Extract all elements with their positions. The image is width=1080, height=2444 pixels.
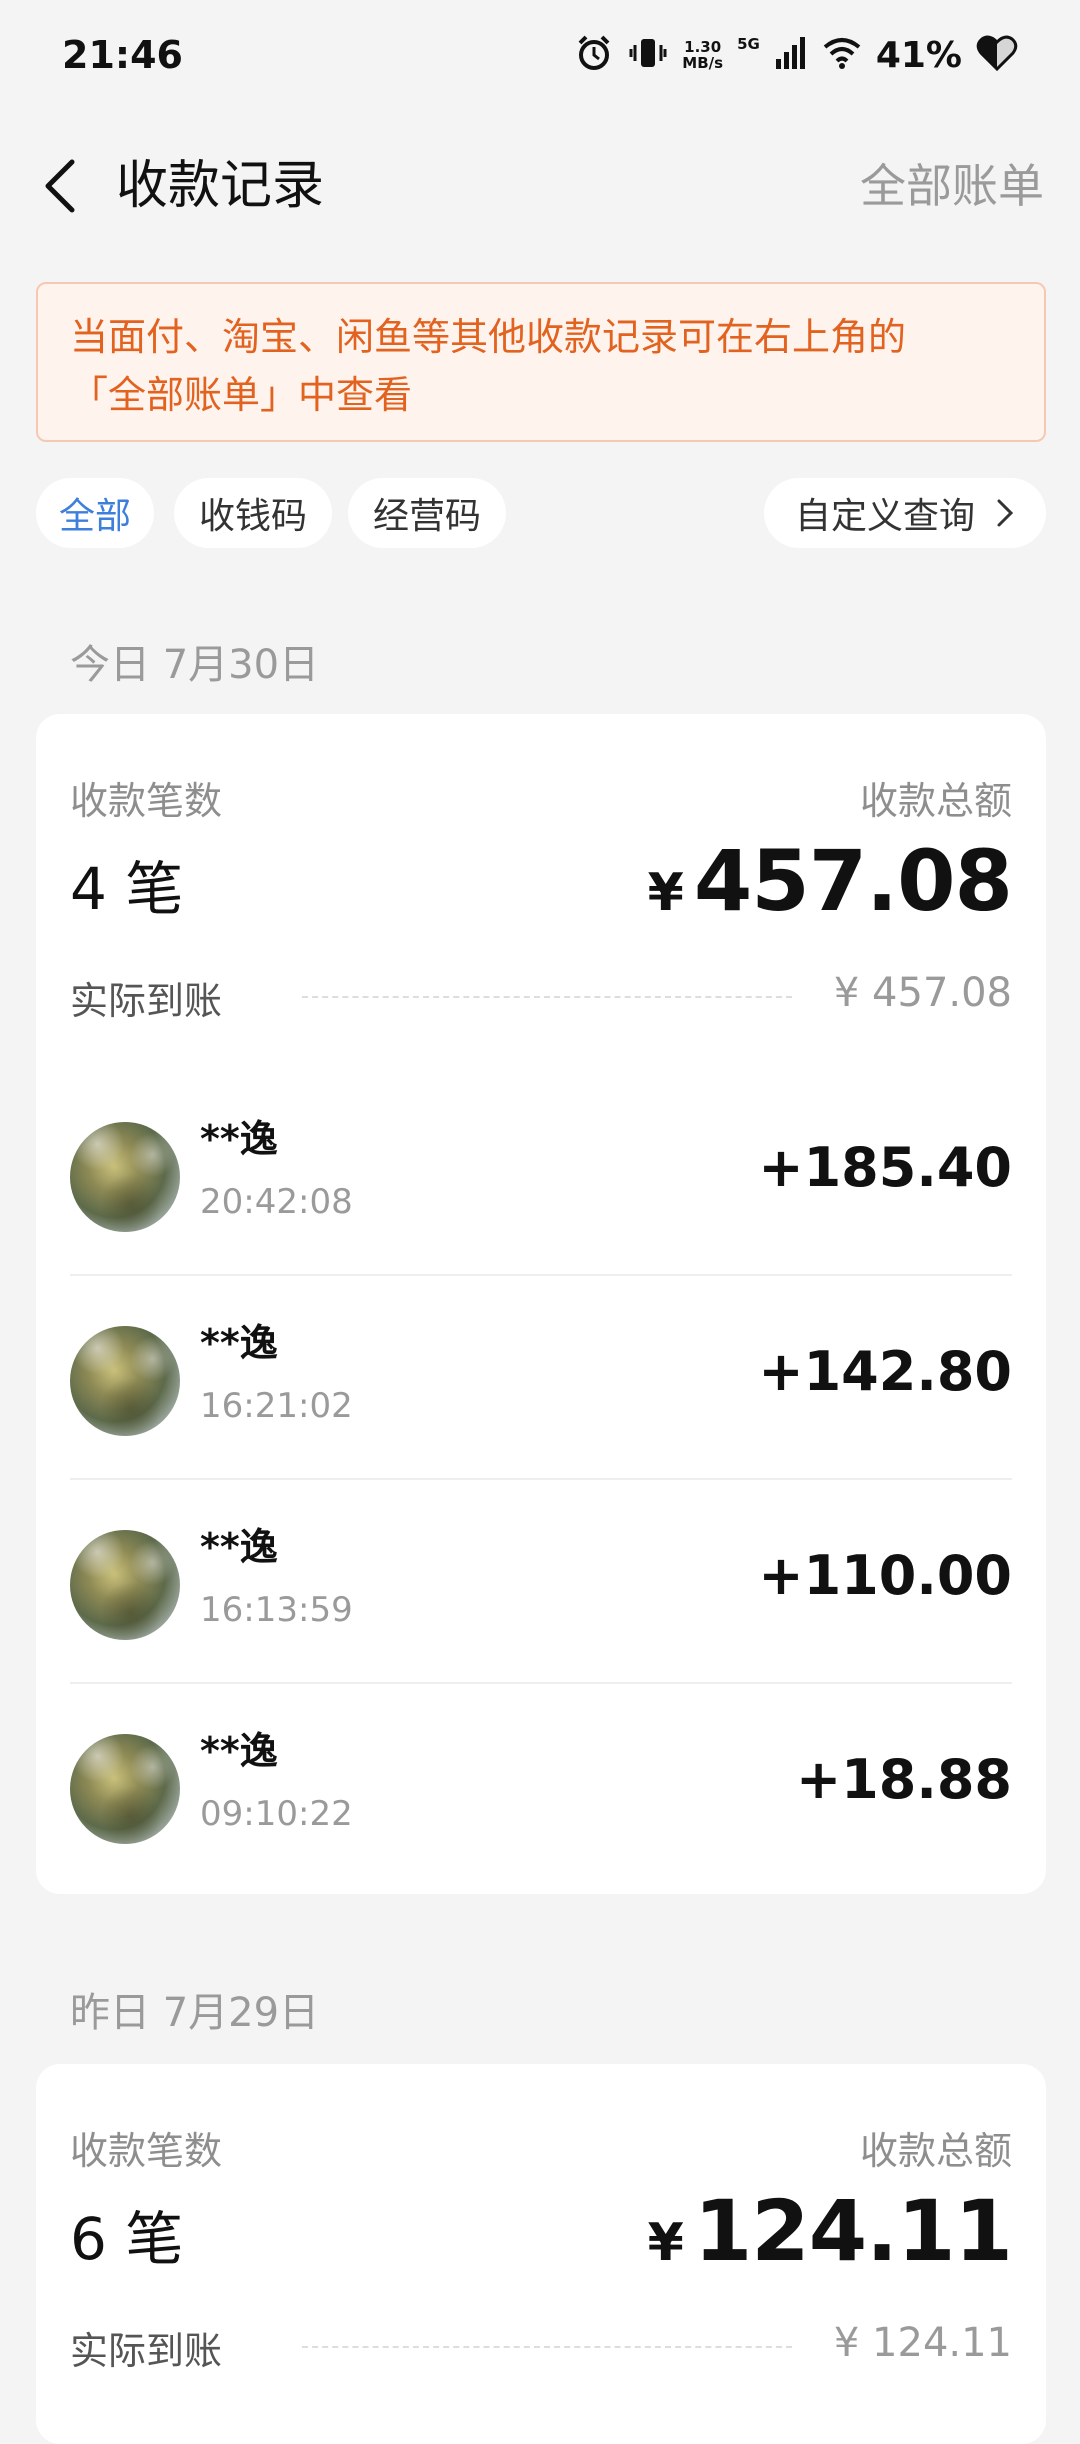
transaction-amount: +142.80 — [758, 1340, 1012, 1403]
total-value: 124.11 — [693, 2182, 1013, 2280]
actual-received-label: 实际到账 — [70, 2329, 223, 2373]
transaction-row[interactable]: **逸 20:42:08 +185.40 — [70, 1072, 1012, 1276]
count-value: 4 笔 — [70, 855, 184, 923]
filter-chip-all[interactable]: 全部 — [36, 478, 154, 548]
total-value: 457.08 — [693, 832, 1013, 930]
network-speed: 1.30 MB/s — [682, 39, 723, 71]
actual-received-value: ¥ 124.11 — [833, 2320, 1012, 2366]
count-value: 6 笔 — [70, 2205, 184, 2273]
transaction-row[interactable]: **逸 16:21:02 +142.80 — [70, 1276, 1012, 1480]
page-title: 收款记录 — [116, 156, 325, 216]
notice-line-2: 「全部账单」中查看 — [70, 373, 413, 417]
filter-bar: 全部 收钱码 经营码 自定义查询 — [36, 478, 1046, 548]
filter-chip-qr-code[interactable]: 收钱码 — [174, 478, 332, 548]
battery-level: 41% — [875, 34, 962, 76]
currency-symbol: ¥ — [647, 2213, 684, 2273]
transaction-time: 20:42:08 — [200, 1182, 353, 1222]
transaction-time: 16:21:02 — [200, 1386, 353, 1426]
currency-symbol: ¥ — [647, 863, 684, 923]
status-bar: 21:46 1.30 MB/s 5G 41% — [0, 0, 1080, 110]
avatar — [70, 1122, 180, 1232]
signal-icon — [774, 35, 808, 75]
actual-received-label: 实际到账 — [70, 979, 223, 1023]
transaction-amount: +18.88 — [795, 1748, 1012, 1811]
avatar — [70, 1326, 180, 1436]
back-button[interactable] — [30, 156, 90, 216]
wifi-icon — [822, 35, 862, 75]
count-label: 收款笔数 — [70, 2129, 223, 2173]
payer-name: **逸 — [200, 1729, 278, 1773]
day-summary-card: 收款笔数 收款总额 4 笔 ¥ 457.08 实际到账 ¥ 457.08 **逸… — [36, 714, 1046, 1894]
status-icons: 1.30 MB/s 5G 41% — [574, 33, 1018, 77]
payer-name: **逸 — [200, 1321, 278, 1365]
date-header-today: 今日 7月30日 — [70, 642, 320, 688]
transaction-time: 16:13:59 — [200, 1590, 353, 1630]
total-amount: ¥ 457.08 — [647, 832, 1013, 930]
custom-query-label: 自定义查询 — [794, 496, 975, 537]
top-nav: 收款记录 全部账单 — [0, 138, 1080, 234]
custom-query-button[interactable]: 自定义查询 — [764, 478, 1046, 548]
vibrate-icon — [628, 33, 668, 77]
transaction-amount: +110.00 — [758, 1544, 1012, 1607]
avatar — [70, 1734, 180, 1844]
transaction-time: 09:10:22 — [200, 1794, 353, 1834]
dashed-divider — [302, 2346, 792, 2348]
transaction-row[interactable]: **逸 09:10:22 +18.88 — [70, 1684, 1012, 1888]
transaction-amount: +185.40 — [758, 1136, 1012, 1199]
date-header-yesterday: 昨日 7月29日 — [70, 1990, 320, 2036]
total-amount: ¥ 124.11 — [647, 2182, 1013, 2280]
alarm-icon — [574, 33, 614, 77]
payer-name: **逸 — [200, 1525, 278, 1569]
chevron-left-icon — [45, 159, 75, 213]
actual-received-value: ¥ 457.08 — [833, 970, 1012, 1016]
transaction-row[interactable]: **逸 16:13:59 +110.00 — [70, 1480, 1012, 1684]
avatar — [70, 1530, 180, 1640]
payer-name: **逸 — [200, 1117, 278, 1161]
heart-battery-icon — [976, 33, 1018, 77]
network-speed-value: 1.30 — [684, 38, 722, 56]
day-summary-card: 收款笔数 收款总额 6 笔 ¥ 124.11 实际到账 ¥ 124.11 — [36, 2064, 1046, 2444]
count-label: 收款笔数 — [70, 779, 223, 823]
filter-chip-business-code[interactable]: 经营码 — [348, 478, 506, 548]
network-type: 5G — [737, 35, 760, 53]
network-speed-unit: MB/s — [682, 54, 724, 72]
total-label: 收款总额 — [859, 779, 1012, 823]
total-label: 收款总额 — [859, 2129, 1012, 2173]
dashed-divider — [302, 996, 792, 998]
status-time: 21:46 — [62, 33, 183, 77]
chevron-right-icon — [997, 499, 1014, 527]
notice-line-1: 当面付、淘宝、闲鱼等其他收款记录可在右上角的 — [70, 315, 907, 359]
notice-banner: 当面付、淘宝、闲鱼等其他收款记录可在右上角的 「全部账单」中查看 — [36, 282, 1046, 442]
all-bills-link[interactable]: 全部账单 — [860, 158, 1044, 214]
